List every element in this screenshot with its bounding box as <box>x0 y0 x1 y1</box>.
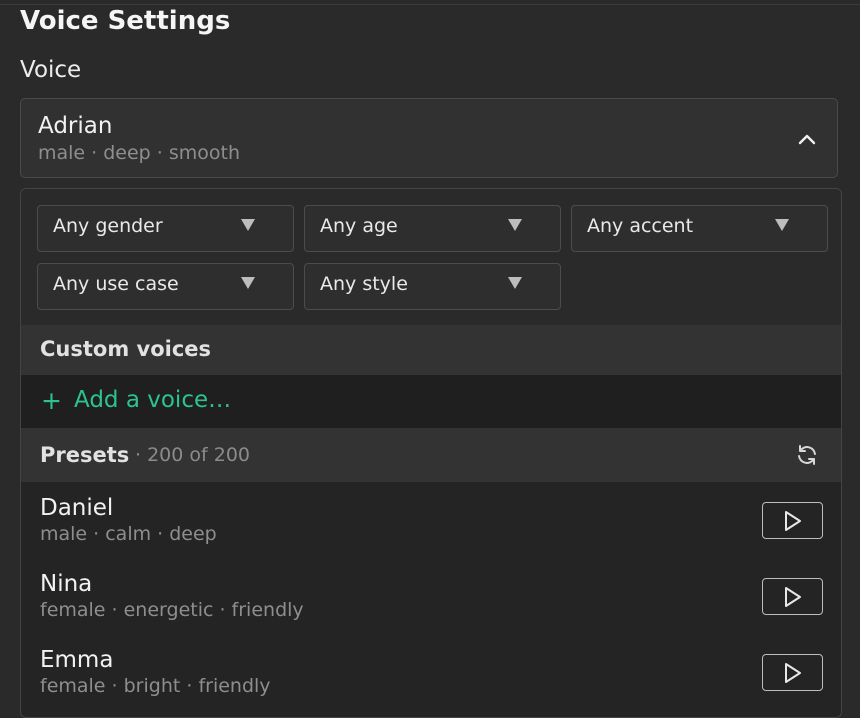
preset-voice-row[interactable]: Nina female · energetic · friendly <box>21 564 841 640</box>
play-button[interactable] <box>762 578 823 615</box>
chevron-up-icon[interactable] <box>797 129 817 149</box>
voice-tags: male · calm · deep <box>40 523 217 545</box>
preset-voice-row[interactable]: Emma female · bright · friendly <box>21 640 841 716</box>
caret-down-icon <box>241 219 255 231</box>
caret-down-icon <box>241 277 255 289</box>
voice-dropdown-panel: Any gender Any age Any accent Any use ca… <box>20 188 842 718</box>
filter-label: Any accent <box>587 215 694 237</box>
custom-voices-title: Custom voices <box>40 337 212 361</box>
play-icon <box>785 663 801 683</box>
caret-down-icon <box>775 219 789 231</box>
plus-icon: + <box>41 386 62 415</box>
voice-tags: female · energetic · friendly <box>40 599 304 621</box>
voice-name: Nina <box>40 571 93 597</box>
refresh-icon[interactable] <box>795 443 819 467</box>
presets-title: Presets <box>40 443 130 467</box>
voice-tags: female · bright · friendly <box>40 675 271 697</box>
filter-age[interactable]: Any age <box>304 205 561 252</box>
preset-voice-row[interactable]: Daniel male · calm · deep <box>21 488 841 564</box>
filter-style[interactable]: Any style <box>304 263 561 310</box>
presets-header: Presets · 200 of 200 <box>21 428 841 482</box>
selected-voice-name: Adrian <box>38 113 113 139</box>
caret-down-icon <box>508 277 522 289</box>
voice-name: Daniel <box>40 495 114 521</box>
voice-field-label: Voice <box>20 57 82 83</box>
filter-gender[interactable]: Any gender <box>37 205 294 252</box>
filter-label: Any use case <box>53 273 179 295</box>
filter-label: Any style <box>320 273 408 295</box>
filter-accent[interactable]: Any accent <box>571 205 828 252</box>
play-icon <box>785 511 801 531</box>
add-voice-label: Add a voice… <box>74 387 232 413</box>
custom-voices-header: Custom voices <box>21 325 841 375</box>
top-divider <box>0 4 860 5</box>
filter-use-case[interactable]: Any use case <box>37 263 294 310</box>
voice-select[interactable]: Adrian male · deep · smooth <box>20 98 838 178</box>
play-icon <box>785 587 801 607</box>
voice-name: Emma <box>40 647 114 673</box>
play-button[interactable] <box>762 502 823 539</box>
add-voice-button[interactable]: + Add a voice… <box>21 375 841 428</box>
page-title: Voice Settings <box>20 6 231 36</box>
presets-count: · 200 of 200 <box>135 444 251 466</box>
play-button[interactable] <box>762 654 823 691</box>
filter-label: Any age <box>320 215 398 237</box>
caret-down-icon <box>508 219 522 231</box>
selected-voice-tags: male · deep · smooth <box>38 142 241 164</box>
filter-bar: Any gender Any age Any accent Any use ca… <box>21 189 841 325</box>
filter-label: Any gender <box>53 215 163 237</box>
